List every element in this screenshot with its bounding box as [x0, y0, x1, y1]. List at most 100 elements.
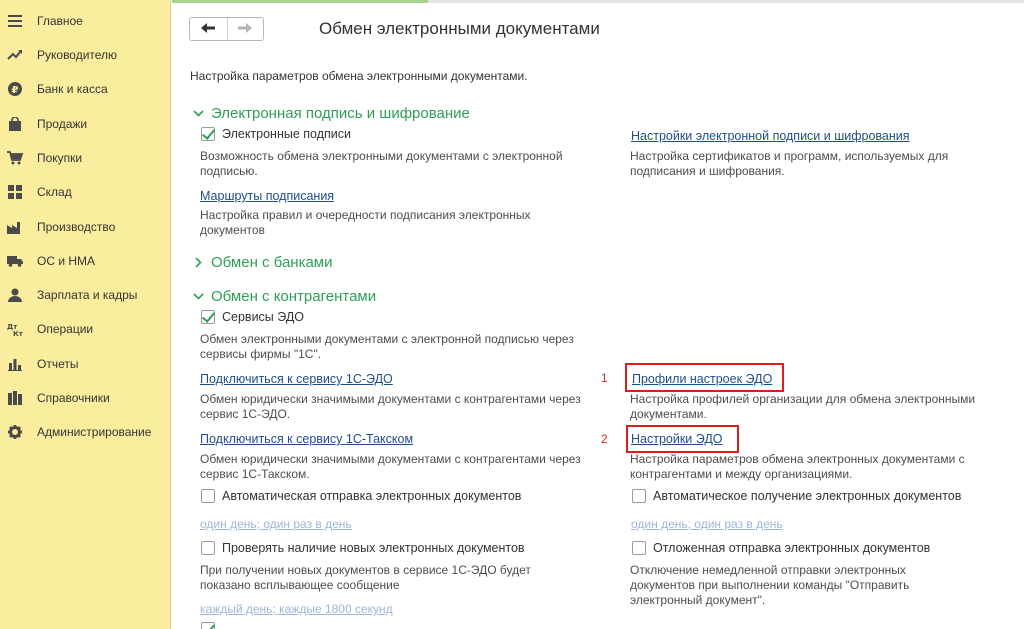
check-new-schedule-link[interactable]: каждый день; каждые 1800 секунд [200, 602, 393, 616]
auto-send-schedule-link[interactable]: один день; один раз в день [200, 517, 352, 531]
auto-receive-checkbox[interactable] [632, 489, 646, 503]
sidebar-item-label: Зарплата и кадры [37, 288, 138, 302]
signature-settings-description: Настройка сертификатов и программ, испол… [630, 149, 949, 178]
section-title: Электронная подпись и шифрование [211, 105, 470, 122]
coin-icon: ₽ [7, 81, 23, 97]
sidebar-item-label: Руководителю [37, 48, 118, 62]
signing-routes-link[interactable]: Маршруты подписания [200, 189, 334, 203]
annotation-marker-2: 2 [601, 432, 608, 446]
next-checkbox-row[interactable] [201, 622, 222, 629]
sidebar-item-fixed-assets[interactable]: ОС и НМА [0, 248, 171, 274]
next-checkbox[interactable] [201, 622, 215, 629]
sidebar-item-label: Покупки [37, 151, 83, 165]
bag-icon [7, 116, 23, 132]
auto-receive-checkbox-row[interactable]: Автоматическое получение электронных док… [632, 489, 961, 503]
signatures-checkbox[interactable] [201, 127, 215, 141]
sidebar-item-label: Отчеты [37, 357, 79, 371]
signing-routes-description: Настройка правил и очередности подписани… [200, 208, 531, 237]
edo-settings-link[interactable]: Настройки ЭДО [631, 432, 723, 446]
chevron-down-icon [192, 291, 204, 303]
cart-icon [7, 150, 23, 166]
sidebar-item-label: Справочники [37, 391, 110, 405]
connect-1c-taxcom-description: Обмен юридически значимыми документами с… [200, 452, 581, 481]
edo-services-checkbox[interactable] [201, 310, 215, 324]
active-tab-indicator [172, 0, 428, 3]
truck-icon [7, 253, 23, 269]
checkbox-label: Автоматическая отправка электронных доку… [222, 489, 522, 503]
edo-services-description: Обмен электронными документами с электро… [200, 332, 574, 361]
signature-settings-link[interactable]: Настройки электронной подписи и шифрован… [631, 129, 910, 143]
sidebar-item-main[interactable]: Главное [0, 8, 171, 34]
arrow-left-icon [201, 22, 216, 36]
sidebar-item-sales[interactable]: Продажи [0, 111, 171, 137]
history-nav [189, 17, 264, 41]
sidebar-item-label: Продажи [37, 117, 88, 131]
auto-send-checkbox-row[interactable]: Автоматическая отправка электронных доку… [201, 489, 521, 503]
sidebar-item-bank[interactable]: ₽ Банк и касса [0, 76, 171, 102]
check-new-description: При получении новых документов в сервисе… [200, 563, 531, 592]
sidebar-item-label: Операции [37, 322, 94, 336]
sidebar-item-administration[interactable]: Администрирование [0, 419, 171, 445]
check-new-checkbox-row[interactable]: Проверять наличие новых электронных доку… [201, 541, 525, 555]
signatures-checkbox-row[interactable]: Электронные подписи [201, 127, 351, 141]
section-title: Обмен с контрагентами [211, 288, 377, 305]
edo-services-checkbox-row[interactable]: Сервисы ЭДО [201, 310, 304, 324]
back-button[interactable] [190, 18, 227, 40]
person-icon [7, 287, 23, 303]
sidebar-item-purchases[interactable]: Покупки [0, 145, 171, 171]
chevron-down-icon [192, 108, 204, 120]
grid-icon [7, 184, 23, 200]
deferred-send-checkbox[interactable] [632, 541, 646, 555]
sidebar-item-salary[interactable]: Зарплата и кадры [0, 282, 171, 308]
trend-icon [7, 47, 23, 63]
sidebar-item-label: Банк и касса [37, 82, 108, 96]
svg-text:₽: ₽ [12, 85, 19, 96]
sidebar-item-production[interactable]: Производство [0, 214, 171, 240]
sidebar-item-reports[interactable]: Отчеты [0, 351, 171, 377]
sidebar-item-operations[interactable]: Дт Кт Операции [0, 316, 171, 342]
dt-kt-icon: Дт Кт [7, 321, 23, 337]
page-title: Обмен электронными документами [319, 19, 600, 38]
section-signature-header[interactable]: Электронная подпись и шифрование [192, 105, 470, 122]
gear-icon [7, 424, 23, 440]
factory-icon [7, 219, 23, 235]
bar-chart-icon [7, 356, 23, 372]
checkbox-label: Отложенная отправка электронных документ… [653, 541, 931, 555]
auto-send-checkbox[interactable] [201, 489, 215, 503]
check-new-checkbox[interactable] [201, 541, 215, 555]
connect-1c-edo-link[interactable]: Подключиться к сервису 1С-ЭДО [200, 372, 393, 386]
sidebar-item-label: Администрирование [37, 425, 152, 439]
sidebar-item-directories[interactable]: Справочники [0, 385, 171, 411]
connect-1c-taxcom-link[interactable]: Подключиться к сервису 1С-Такском [200, 432, 413, 446]
chevron-right-icon [192, 257, 204, 269]
edo-profiles-description: Настройка профилей организации для обмен… [630, 392, 976, 421]
auto-receive-schedule-link[interactable]: один день; один раз в день [631, 517, 783, 531]
sidebar-item-label: Склад [37, 185, 72, 199]
sidebar: Главное Руководителю ₽ Банк и касса Прод… [0, 0, 171, 629]
checkbox-label: Электронные подписи [222, 127, 351, 141]
checkbox-label: Проверять наличие новых электронных доку… [222, 541, 525, 555]
tab-strip [172, 0, 1024, 3]
deferred-send-description: Отключение немедленной отправки электрон… [630, 563, 910, 607]
signatures-description: Возможность обмена электронными документ… [200, 149, 563, 178]
sidebar-item-warehouse[interactable]: Склад [0, 179, 171, 205]
sidebar-item-director[interactable]: Руководителю [0, 42, 171, 68]
section-title: Обмен с банками [211, 254, 333, 271]
section-banks-header[interactable]: Обмен с банками [192, 254, 333, 271]
arrow-right-icon [238, 22, 253, 36]
forward-button[interactable] [226, 18, 264, 40]
svg-text:Кт: Кт [13, 330, 23, 336]
sidebar-item-label: Производство [37, 220, 116, 234]
menu-icon [7, 13, 23, 29]
sidebar-item-label: ОС и НМА [37, 254, 96, 268]
checkbox-label: Сервисы ЭДО [222, 310, 305, 324]
connect-1c-edo-description: Обмен юридически значимыми документами с… [200, 392, 581, 421]
deferred-send-checkbox-row[interactable]: Отложенная отправка электронных документ… [632, 541, 930, 555]
books-icon [7, 390, 23, 406]
annotation-marker-1: 1 [601, 371, 608, 385]
edo-settings-description: Настройка параметров обмена электронных … [630, 452, 965, 481]
sidebar-item-label: Главное [37, 14, 83, 28]
edo-profiles-link[interactable]: Профили настроек ЭДО [632, 372, 772, 386]
section-contractors-header[interactable]: Обмен с контрагентами [192, 288, 376, 305]
checkbox-label: Автоматическое получение электронных док… [653, 489, 962, 503]
